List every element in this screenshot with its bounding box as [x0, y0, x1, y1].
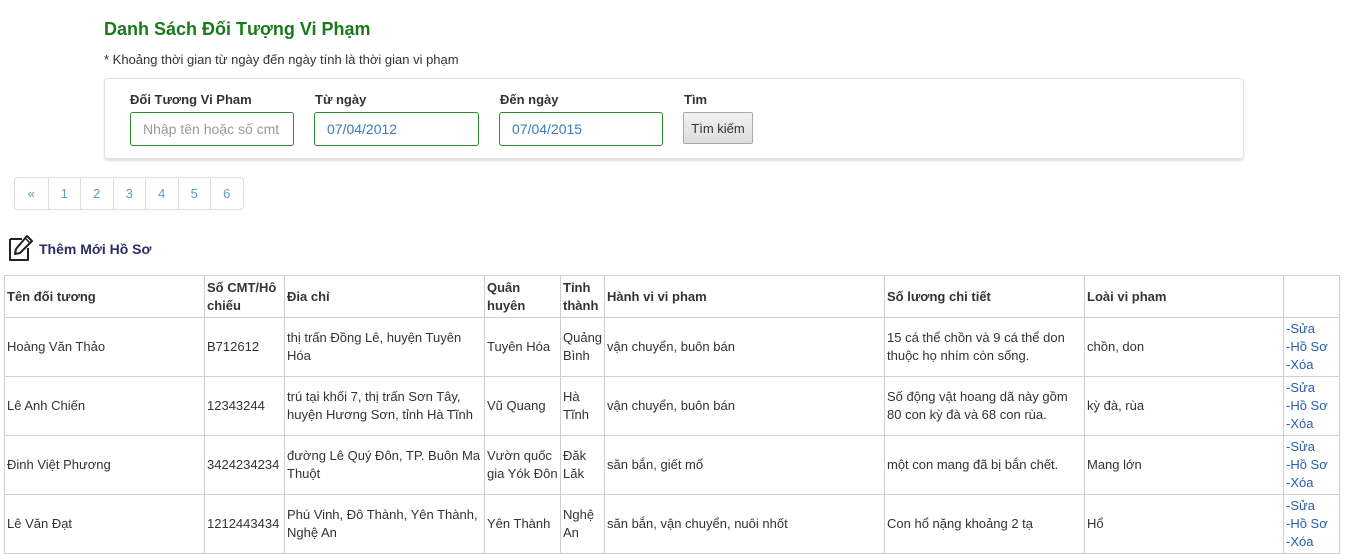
search-button[interactable]: Tìm kiếm: [683, 112, 753, 144]
cell-address: trú tại khối 7, thị trấn Sơn Tây, huyện …: [284, 376, 485, 436]
cell-address: đường Lê Quý Đôn, TP. Buôn Ma Thuột: [284, 435, 485, 495]
cell-actions: -Sửa -Hồ Sơ -Xóa: [1283, 376, 1340, 436]
cell-name: Lê Anh Chiến: [4, 376, 205, 436]
col-header-province: Tỉnh thành: [560, 275, 605, 318]
cell-species: Hổ: [1084, 494, 1284, 554]
search-label: Tìm: [684, 92, 708, 107]
cell-province: Quảng Bình: [560, 317, 605, 377]
cell-province: Hà Tĩnh: [560, 376, 605, 436]
from-date-input[interactable]: [314, 112, 479, 146]
profile-link[interactable]: -Hồ Sơ: [1286, 456, 1337, 474]
page-prev-link[interactable]: «: [15, 178, 48, 209]
cell-address: thị trấn Đồng Lê, huyện Tuyên Hóa: [284, 317, 485, 377]
table-row: Hoàng Văn Thảo B712612 thị trấn Đồng Lê,…: [4, 317, 1340, 377]
cell-violation: vận chuyển, buôn bán: [604, 376, 885, 436]
cell-violation: săn bắn, vận chuyển, nuôi nhốt: [604, 494, 885, 554]
edit-link[interactable]: -Sửa: [1286, 379, 1337, 397]
cell-id: 3424234234: [204, 435, 285, 495]
edit-link[interactable]: -Sửa: [1286, 438, 1337, 456]
cell-name: Đinh Việt Phương: [4, 435, 205, 495]
col-header-name: Tên đối tương: [4, 275, 205, 318]
cell-violation: săn bắn, giết mổ: [604, 435, 885, 495]
table-row: Lê Anh Chiến 12343244 trú tại khối 7, th…: [4, 376, 1340, 436]
cell-actions: -Sửa -Hồ Sơ -Xóa: [1283, 435, 1340, 495]
delete-link[interactable]: -Xóa: [1286, 474, 1337, 492]
cell-species: kỳ đà, rùa: [1084, 376, 1284, 436]
cell-quantity: một con mang đã bị bắn chết.: [884, 435, 1085, 495]
delete-link[interactable]: -Xóa: [1286, 415, 1337, 433]
col-header-address: Đia chỉ: [284, 275, 485, 318]
delete-link[interactable]: -Xóa: [1286, 356, 1337, 374]
page-link-3[interactable]: 3: [112, 178, 146, 209]
page-link-1[interactable]: 1: [47, 178, 81, 209]
cell-violation: vận chuyển, buôn bán: [604, 317, 885, 377]
cell-name: Hoàng Văn Thảo: [4, 317, 205, 377]
page-link-2[interactable]: 2: [80, 178, 113, 209]
profile-link[interactable]: -Hồ Sơ: [1286, 397, 1337, 415]
cell-district: Tuyên Hóa: [484, 317, 561, 377]
cell-province: Đăk Lăk: [560, 435, 605, 495]
page-link-5[interactable]: 5: [177, 178, 211, 209]
table-row: Lê Văn Đạt 1212443434 Phú Vinh, Đô Thành…: [4, 494, 1340, 554]
page-title: Danh Sách Đối Tượng Vi Phạm: [104, 19, 371, 39]
col-header-district: Quân huyên: [484, 275, 561, 318]
col-header-quantity: Số lương chi tiết: [884, 275, 1085, 318]
cell-district: Vũ Quang: [484, 376, 561, 436]
cell-actions: -Sửa -Hồ Sơ -Xóa: [1283, 317, 1340, 377]
cell-species: chồn, don: [1084, 317, 1284, 377]
col-header-species: Loài vi pham: [1084, 275, 1284, 318]
subject-label: Đối Tương Vi Pham: [130, 92, 252, 107]
profile-link[interactable]: -Hồ Sơ: [1286, 338, 1337, 356]
edit-document-icon: [9, 235, 33, 261]
col-header-actions: [1283, 275, 1340, 318]
cell-actions: -Sửa -Hồ Sơ -Xóa: [1283, 494, 1340, 554]
cell-district: Vườn quốc gia Yók Đôn: [484, 435, 561, 495]
col-header-violation: Hành vi vi pham: [604, 275, 885, 318]
to-date-label: Đến ngày: [500, 92, 559, 107]
cell-id: 1212443434: [204, 494, 285, 554]
cell-province: Nghệ An: [560, 494, 605, 554]
page-link-4[interactable]: 4: [145, 178, 178, 209]
cell-id: 12343244: [204, 376, 285, 436]
cell-quantity: Số động vật hoang dã này gồm 80 con kỳ đ…: [884, 376, 1085, 436]
cell-id: B712612: [204, 317, 285, 377]
cell-district: Yên Thành: [484, 494, 561, 554]
table-row: Đinh Việt Phương 3424234234 đường Lê Quý…: [4, 435, 1340, 495]
page-link-6[interactable]: 6: [210, 178, 243, 209]
add-record-link[interactable]: Thêm Mới Hồ Sơ: [6, 233, 151, 263]
cell-quantity: 15 cá thể chồn và 9 cá thể don thuộc họ …: [884, 317, 1085, 377]
cell-address: Phú Vinh, Đô Thành, Yên Thành, Nghệ An: [284, 494, 485, 554]
add-record-label: Thêm Mới Hồ Sơ: [39, 241, 152, 257]
from-date-label: Từ ngày: [315, 92, 367, 107]
edit-link[interactable]: -Sửa: [1286, 497, 1337, 515]
profile-link[interactable]: -Hồ Sơ: [1286, 515, 1337, 533]
time-range-note: * Khoảng thời gian từ ngày đến ngày tính…: [104, 52, 459, 67]
edit-link[interactable]: -Sửa: [1286, 320, 1337, 338]
filter-panel: Đối Tương Vi Pham Từ ngày Đến ngày Tìm T…: [104, 78, 1244, 159]
to-date-input[interactable]: [499, 112, 663, 146]
cell-name: Lê Văn Đạt: [4, 494, 205, 554]
delete-link[interactable]: -Xóa: [1286, 533, 1337, 551]
violators-table: Tên đối tương Số CMT/Hô chiếu Đia chỉ Qu…: [4, 275, 1340, 554]
cell-species: Mang lớn: [1084, 435, 1284, 495]
col-header-id: Số CMT/Hô chiếu: [204, 275, 285, 318]
subject-search-input[interactable]: [130, 112, 294, 146]
cell-quantity: Con hổ nặng khoảng 2 tạ: [884, 494, 1085, 554]
table-header-row: Tên đối tương Số CMT/Hô chiếu Đia chỉ Qu…: [4, 275, 1340, 318]
pagination: « 1 2 3 4 5 6: [14, 177, 244, 210]
